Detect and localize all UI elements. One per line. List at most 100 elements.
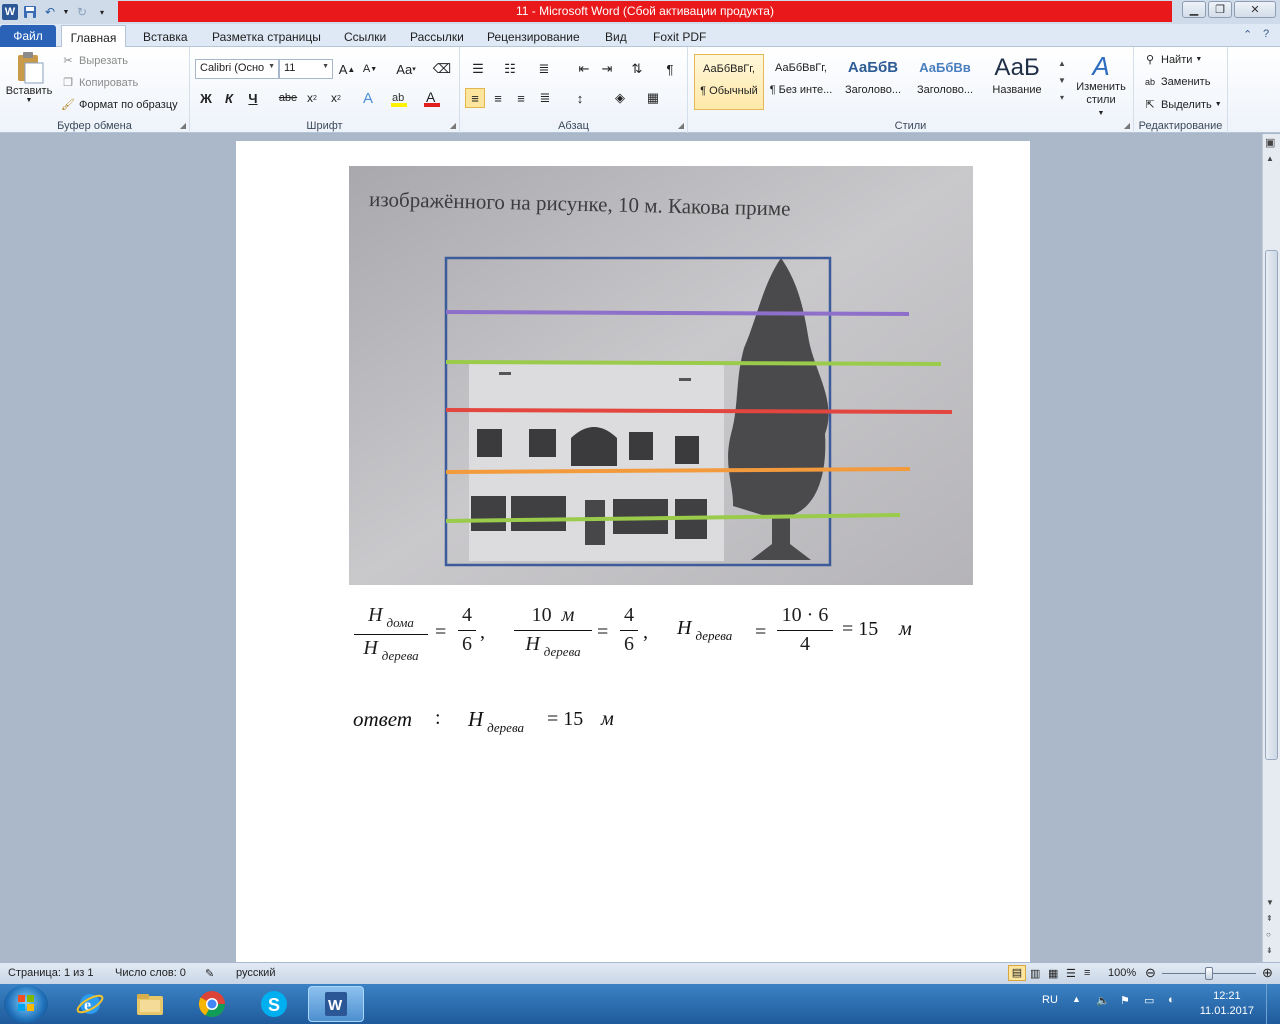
print-layout-icon[interactable]: ▤ [1008,965,1026,981]
align-left-icon[interactable]: ≡ [465,88,485,108]
borders-icon[interactable]: ▦ [643,88,663,108]
page-count[interactable]: Страница: 1 из 1 [8,967,94,979]
tab-insert[interactable]: Вставка [143,27,188,47]
ruler-toggle-icon[interactable]: ▣ [1265,136,1275,149]
draft-icon[interactable]: ≡ [1084,967,1090,979]
dialog-launcher-icon[interactable]: ◢ [450,121,456,130]
input-language[interactable]: RU [1042,994,1058,1006]
align-center-icon[interactable]: ≡ [488,88,508,108]
align-right-icon[interactable]: ≡ [511,88,531,108]
style-no-spacing[interactable]: АаБбВвГг, ¶ Без инте... [766,54,836,110]
collapse-ribbon-icon[interactable]: ⌃ [1243,28,1252,41]
numbering-icon[interactable]: ☷ [500,59,520,79]
italic-button[interactable]: К [219,88,239,108]
change-case-button[interactable]: Aa ▾ [393,59,419,79]
scroll-up-arrow[interactable]: ▲ [1266,154,1274,163]
multilevel-list-icon[interactable]: ≣ [534,59,554,79]
close-button[interactable]: ✕ [1234,1,1276,18]
tab-review[interactable]: Рецензирование [487,27,580,47]
zoom-slider-thumb[interactable] [1205,967,1213,980]
line-spacing-icon[interactable]: ↕ [570,88,590,108]
tab-mailings[interactable]: Рассылки [410,27,464,47]
network-icon[interactable]: ⚑ [1120,994,1130,1007]
word-app-icon[interactable]: W [2,4,18,20]
tab-foxit-pdf[interactable]: Foxit PDF [653,27,706,47]
bullets-icon[interactable]: ☰ [468,59,488,79]
clock[interactable]: 12:21 11.01.2017 [1200,989,1254,1019]
shading-icon[interactable]: ◈ [610,88,630,108]
internet-explorer-button[interactable]: e [62,986,118,1022]
tab-page-layout[interactable]: Разметка страницы [212,27,321,47]
select-button[interactable]: ⇱ Выделить ▼ [1142,98,1221,112]
paste-button[interactable]: Вставить ▼ [6,51,52,104]
font-name-select[interactable]: Calibri (Осно ▼ [195,59,279,79]
word-count[interactable]: Число слов: 0 [115,967,186,979]
minimize-button[interactable]: ▁ [1182,1,1206,18]
outline-icon[interactable]: ☰ [1066,967,1076,980]
undo-icon[interactable]: ↶ [42,4,58,20]
undo-dropdown-icon[interactable]: ▼ [62,4,70,20]
scroll-thumb[interactable] [1265,250,1278,760]
font-size-select[interactable]: 11 ▼ [279,59,333,79]
proofing-icon[interactable]: ✎ [205,967,214,980]
replace-button[interactable]: ab Заменить [1142,76,1210,88]
explorer-button[interactable] [122,986,178,1022]
web-layout-icon[interactable]: ▦ [1048,967,1058,980]
show-marks-icon[interactable]: ¶ [660,59,680,79]
vertical-scrollbar[interactable]: ▣ ▲ ▼ ⇞ ○ ⇟ [1262,134,1280,962]
customize-qat-icon[interactable]: ▾ [94,4,110,20]
increase-indent-icon[interactable]: ⇥ [597,59,617,79]
style-heading-2[interactable]: АаБбВв Заголово... [910,54,980,110]
prev-page-icon[interactable]: ⇞ [1266,914,1273,923]
style-normal[interactable]: АаБбВвГг, ¶ Обычный [694,54,764,110]
zoom-in-icon[interactable]: ⊕ [1262,965,1273,981]
cut-button[interactable]: ✂ Вырезать [60,54,128,68]
help-icon[interactable]: ? [1263,28,1269,40]
highlight-icon[interactable]: ab [389,88,409,108]
redo-icon[interactable]: ↻ [74,4,90,20]
copy-button[interactable]: ❐ Копировать [60,76,138,90]
zoom-level[interactable]: 100% [1108,967,1136,979]
embedded-photo[interactable]: изображённого на рисунке, 10 м. Какова п… [349,166,973,585]
dialog-launcher-icon[interactable]: ◢ [678,121,684,130]
action-center-icon[interactable]: ▭ [1144,994,1154,1007]
tab-view[interactable]: Вид [605,27,627,47]
style-title[interactable]: АаБ Название [982,54,1052,110]
show-desktop-button[interactable] [1266,984,1280,1024]
document-page[interactable]: изображённого на рисунке, 10 м. Какова п… [236,141,1030,966]
zoom-out-icon[interactable]: ⊖ [1145,965,1156,981]
document-workspace[interactable]: изображённого на рисунке, 10 м. Какова п… [0,134,1262,966]
volume-icon[interactable]: 🔈 [1096,994,1110,1007]
tab-references[interactable]: Ссылки [344,27,386,47]
shrink-font-button[interactable]: A ▼ [360,59,380,79]
justify-icon[interactable]: ≣ [535,88,555,108]
notification-icon[interactable]: ◐ [1168,994,1175,1006]
language-indicator[interactable]: русский [236,967,275,979]
show-hidden-icons[interactable]: ▲ [1072,994,1081,1004]
save-icon[interactable] [22,4,38,20]
next-page-icon[interactable]: ⇟ [1266,946,1273,955]
full-screen-reading-icon[interactable]: ▥ [1030,967,1040,980]
decrease-indent-icon[interactable]: ⇤ [574,59,594,79]
bold-button[interactable]: Ж [196,88,216,108]
dialog-launcher-icon[interactable]: ◢ [1124,121,1130,130]
text-effects-icon[interactable]: A [358,88,378,108]
change-styles-button[interactable]: A Изменить стили ▼ [1072,51,1130,120]
browse-object-icon[interactable]: ○ [1266,930,1271,939]
dialog-launcher-icon[interactable]: ◢ [180,121,186,130]
chrome-button[interactable] [184,986,240,1022]
grow-font-button[interactable]: A ▲ [337,59,357,79]
skype-button[interactable]: S [246,986,302,1022]
format-painter-button[interactable]: 🖌 Формат по образцу [60,98,178,112]
underline-button[interactable]: Ч [243,88,263,108]
maximize-button[interactable]: ❐ [1208,1,1232,18]
word-taskbar-button[interactable]: W [308,986,364,1022]
scroll-down-arrow[interactable]: ▼ [1266,898,1274,907]
tab-file[interactable]: Файл [0,25,56,47]
subscript-button[interactable]: x2 [302,88,322,108]
start-button[interactable] [4,985,48,1023]
font-color-icon[interactable]: A [422,88,442,108]
sort-icon[interactable]: ⇅ [627,59,647,79]
strikethrough-button[interactable]: abe [278,88,298,108]
tab-home[interactable]: Главная [61,25,126,47]
